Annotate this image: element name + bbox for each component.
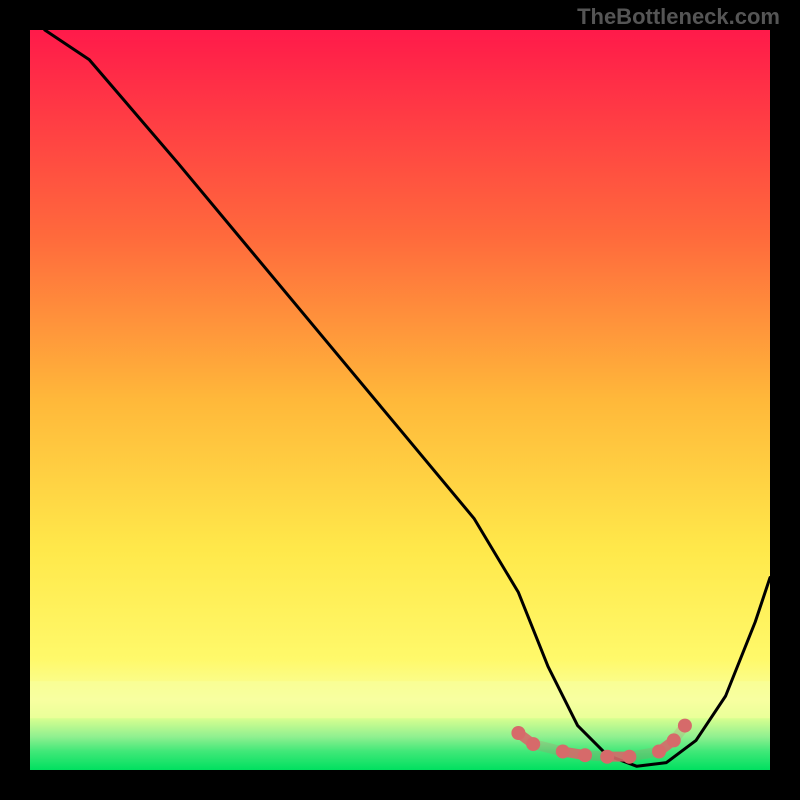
chart-background xyxy=(30,30,770,770)
curve-marker xyxy=(678,719,692,733)
chart-plot-area xyxy=(30,30,770,770)
watermark-text: TheBottleneck.com xyxy=(577,4,780,30)
highlight-band xyxy=(30,681,770,718)
chart-svg xyxy=(30,30,770,770)
